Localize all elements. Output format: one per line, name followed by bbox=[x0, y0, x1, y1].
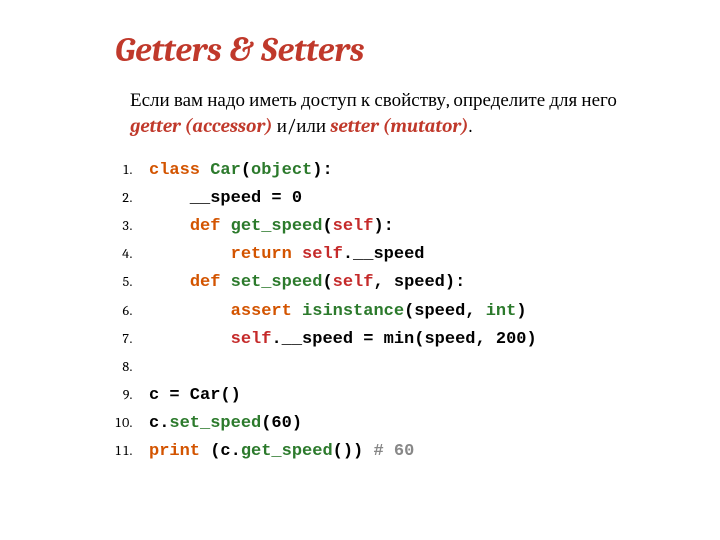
code-line: __speed = 0 bbox=[135, 185, 670, 213]
slide-title: Getters & Setters bbox=[115, 30, 670, 70]
code-line: print (c.get_speed()) # 60 bbox=[135, 438, 670, 466]
code-line: c = Car() bbox=[135, 382, 670, 410]
desc-highlight-setter: setter (mutator) bbox=[330, 115, 468, 137]
desc-text-1: Если вам надо иметь доступ к свойству, о… bbox=[130, 89, 617, 111]
desc-text-3: . bbox=[469, 115, 473, 137]
code-line: def set_speed(self, speed): bbox=[135, 269, 670, 297]
code-line: def get_speed(self): bbox=[135, 213, 670, 241]
slide: Getters & Setters Если вам надо иметь до… bbox=[0, 0, 720, 486]
code-line: assert isinstance(speed, int) bbox=[135, 298, 670, 326]
desc-highlight-getter: getter (accessor) bbox=[130, 115, 273, 137]
description: Если вам надо иметь доступ к свойству, о… bbox=[130, 88, 630, 139]
code-line bbox=[135, 354, 670, 382]
code-block: class Car(object): __speed = 0 def get_s… bbox=[80, 157, 670, 466]
code-line: return self.__speed bbox=[135, 241, 670, 269]
code-line: class Car(object): bbox=[135, 157, 670, 185]
desc-text-2: и/или bbox=[273, 115, 331, 137]
code-line: c.set_speed(60) bbox=[135, 410, 670, 438]
code-line: self.__speed = min(speed, 200) bbox=[135, 326, 670, 354]
